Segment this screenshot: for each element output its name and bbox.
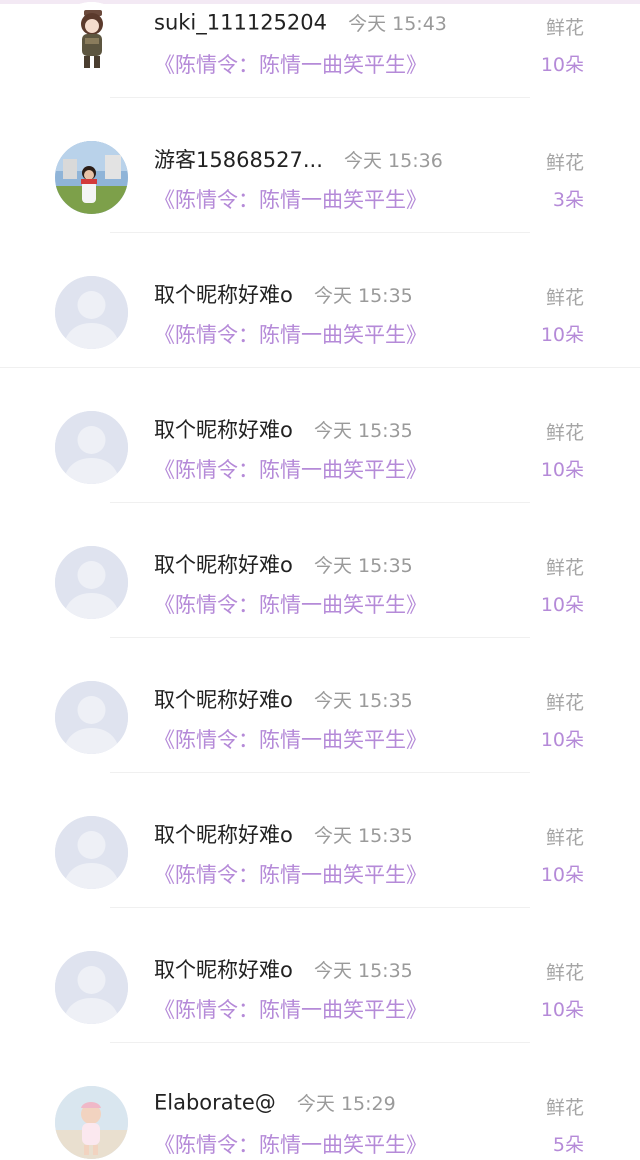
gift-count: 3朵 (552, 189, 584, 211)
avatar[interactable] (55, 681, 128, 754)
user-name[interactable]: Elaborate@ (154, 1091, 276, 1115)
row-divider (110, 232, 530, 233)
row-divider (110, 772, 530, 773)
user-name[interactable]: 取个昵称好难o (154, 958, 293, 982)
timestamp: 今天 15:35 (313, 689, 413, 712)
timestamp: 今天 15:35 (313, 284, 413, 307)
gift-type: 鲜花 (545, 287, 584, 309)
user-name[interactable]: 取个昵称好难o (154, 688, 293, 712)
default-avatar-icon (55, 546, 128, 619)
default-avatar-icon (55, 951, 128, 1024)
gift-count: 10朵 (540, 999, 584, 1021)
photo-person-icon (55, 141, 128, 214)
timestamp: 今天 15:35 (313, 554, 413, 577)
user-name[interactable]: 取个昵称好难o (154, 283, 293, 307)
avatar[interactable] (55, 1086, 128, 1159)
name-line: 取个昵称好难o 今天 15:35 (154, 549, 413, 579)
list-item[interactable]: suki_111125204 今天 15:43 《陈情令：陈情一曲笑平生》 鲜花… (0, 0, 640, 135)
drama-title[interactable]: 《陈情令：陈情一曲笑平生》 (154, 184, 427, 214)
gift-type: 鲜花 (545, 1097, 584, 1119)
drama-title[interactable]: 《陈情令：陈情一曲笑平生》 (154, 724, 427, 754)
avatar[interactable] (55, 2, 128, 75)
drama-title[interactable]: 《陈情令：陈情一曲笑平生》 (154, 589, 427, 619)
gift-type: 鲜花 (545, 17, 584, 39)
list-item[interactable]: 取个昵称好难o 今天 15:35 《陈情令：陈情一曲笑平生》 鲜花 10朵 (0, 810, 640, 945)
drama-title[interactable]: 《陈情令：陈情一曲笑平生》 (154, 1129, 427, 1159)
name-line: 取个昵称好难o 今天 15:35 (154, 954, 413, 984)
row-divider (110, 502, 530, 503)
gift-type: 鲜花 (545, 422, 584, 444)
user-name[interactable]: 游客15868527... (154, 148, 323, 172)
avatar[interactable] (55, 816, 128, 889)
drama-title[interactable]: 《陈情令：陈情一曲笑平生》 (154, 49, 427, 79)
name-line: 取个昵称好难o 今天 15:35 (154, 279, 413, 309)
user-name[interactable]: 取个昵称好难o (154, 823, 293, 847)
gift-type: 鲜花 (545, 962, 584, 984)
name-line: 取个昵称好难o 今天 15:35 (154, 684, 413, 714)
name-line: Elaborate@ 今天 15:29 (154, 1089, 396, 1119)
gift-count: 10朵 (540, 594, 584, 616)
gift-count: 10朵 (540, 864, 584, 886)
user-name[interactable]: 取个昵称好难o (154, 553, 293, 577)
timestamp: 今天 15:35 (313, 419, 413, 442)
drama-title[interactable]: 《陈情令：陈情一曲笑平生》 (154, 319, 427, 349)
name-line: 取个昵称好难o 今天 15:35 (154, 819, 413, 849)
name-line: suki_111125204 今天 15:43 (154, 9, 447, 39)
user-name[interactable]: suki_111125204 (154, 11, 327, 35)
row-divider (110, 97, 530, 98)
gift-count: 10朵 (540, 729, 584, 751)
avatar[interactable] (55, 141, 128, 214)
user-name[interactable]: 取个昵称好难o (154, 418, 293, 442)
list-item[interactable]: 取个昵称好难o 今天 15:35 《陈情令：陈情一曲笑平生》 鲜花 10朵 (0, 405, 640, 540)
row-divider (110, 1042, 530, 1043)
anime-character-icon (55, 2, 128, 75)
gift-count: 10朵 (540, 324, 584, 346)
gift-type: 鲜花 (545, 827, 584, 849)
row-divider (110, 907, 530, 908)
avatar[interactable] (55, 546, 128, 619)
avatar[interactable] (55, 411, 128, 484)
gift-type: 鲜花 (545, 152, 584, 174)
default-avatar-icon (55, 816, 128, 889)
avatar[interactable] (55, 951, 128, 1024)
default-avatar-icon (55, 681, 128, 754)
name-line: 取个昵称好难o 今天 15:35 (154, 414, 413, 444)
timestamp: 今天 15:36 (344, 149, 443, 172)
gift-count: 10朵 (540, 459, 584, 481)
gift-count: 5朵 (552, 1134, 584, 1156)
list-item[interactable]: 取个昵称好难o 今天 15:35 《陈情令：陈情一曲笑平生》 鲜花 10朵 (0, 540, 640, 675)
default-avatar-icon (55, 276, 128, 349)
list-item[interactable]: 取个昵称好难o 今天 15:35 《陈情令：陈情一曲笑平生》 鲜花 10朵 (0, 675, 640, 810)
drama-title[interactable]: 《陈情令：陈情一曲笑平生》 (154, 859, 427, 889)
drama-title[interactable]: 《陈情令：陈情一曲笑平生》 (154, 994, 427, 1024)
row-divider (0, 367, 640, 368)
default-avatar-icon (55, 411, 128, 484)
timestamp: 今天 15:43 (348, 13, 447, 35)
list-item[interactable]: 游客15868527... 今天 15:36 《陈情令：陈情一曲笑平生》 鲜花 … (0, 135, 640, 270)
photo-child-icon (55, 1086, 128, 1159)
name-line: 游客15868527... 今天 15:36 (154, 144, 443, 174)
drama-title[interactable]: 《陈情令：陈情一曲笑平生》 (154, 454, 427, 484)
gift-count: 10朵 (540, 54, 584, 76)
timestamp: 今天 15:29 (296, 1093, 396, 1115)
timestamp: 今天 15:35 (313, 959, 413, 982)
gift-type: 鲜花 (545, 557, 584, 579)
row-divider (110, 637, 530, 638)
timestamp: 今天 15:35 (313, 824, 413, 847)
list-item[interactable]: 取个昵称好难o 今天 15:35 《陈情令：陈情一曲笑平生》 鲜花 10朵 (0, 945, 640, 1080)
gift-type: 鲜花 (545, 692, 584, 714)
list-item[interactable]: Elaborate@ 今天 15:29 《陈情令：陈情一曲笑平生》 鲜花 5朵 (0, 1080, 640, 1160)
avatar[interactable] (55, 276, 128, 349)
list-item[interactable]: 取个昵称好难o 今天 15:35 《陈情令：陈情一曲笑平生》 鲜花 10朵 (0, 270, 640, 405)
